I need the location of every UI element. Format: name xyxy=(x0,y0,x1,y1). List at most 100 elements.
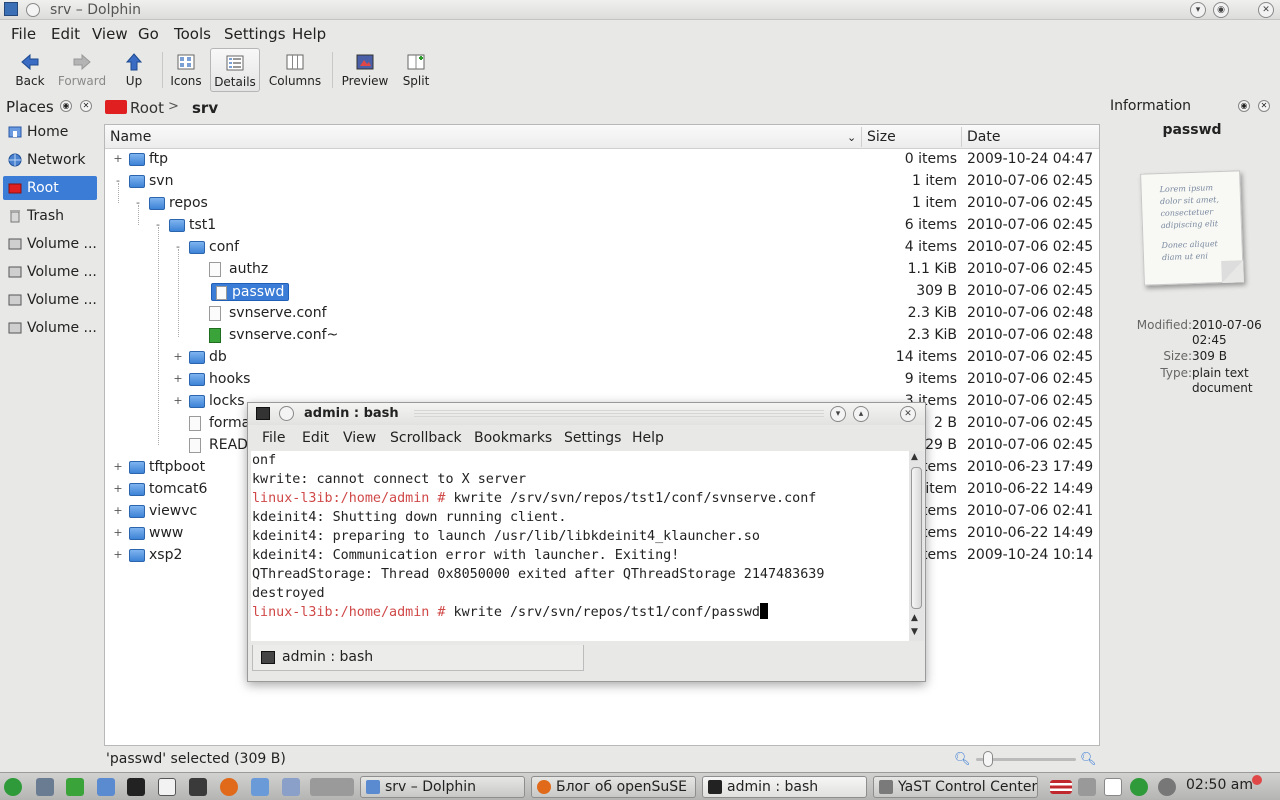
place-root[interactable]: Root xyxy=(3,176,97,200)
table-row[interactable]: svnserve.conf 2.3 KiB 2010-07-06 02:48 xyxy=(105,303,1099,325)
task-yast[interactable]: YaST Control Center xyxy=(873,776,1038,798)
expand-icon[interactable]: + xyxy=(173,372,183,385)
keyboard-layout-flag-icon[interactable] xyxy=(1050,780,1072,794)
columns-view-button[interactable]: Columns xyxy=(266,48,324,92)
place-volume-2[interactable]: Volume ... xyxy=(3,260,97,284)
file-name[interactable]: ftp xyxy=(149,151,168,167)
expand-icon[interactable]: + xyxy=(113,526,123,539)
file-name[interactable]: viewvc xyxy=(149,503,197,519)
expand-icon[interactable]: + xyxy=(173,394,183,407)
zoom-out-icon[interactable]: 🔍︎ xyxy=(954,752,971,767)
info-icon[interactable] xyxy=(1158,778,1176,796)
konsole-menu-bookmarks[interactable]: Bookmarks xyxy=(474,430,552,446)
file-name[interactable]: authz xyxy=(229,261,268,277)
expand-icon[interactable]: + xyxy=(113,460,123,473)
place-volume-4[interactable]: Volume ... xyxy=(3,316,97,340)
menu-file[interactable]: File xyxy=(11,25,36,43)
pager-icon[interactable] xyxy=(310,778,354,796)
column-divider[interactable] xyxy=(861,127,862,147)
collapse-icon[interactable]: - xyxy=(113,174,123,187)
file-name[interactable]: READ xyxy=(209,437,248,453)
close-button[interactable]: ✕ xyxy=(1258,2,1274,18)
clipboard-icon[interactable] xyxy=(1104,778,1122,796)
task-dolphin[interactable]: srv – Dolphin xyxy=(360,776,525,798)
system-monitor-icon[interactable] xyxy=(189,778,207,796)
place-trash[interactable]: Trash xyxy=(3,204,97,228)
place-home[interactable]: Home xyxy=(3,120,97,144)
column-name[interactable]: Name xyxy=(110,129,151,145)
file-name[interactable]: passwd xyxy=(211,283,290,301)
notification-icon[interactable] xyxy=(1252,775,1262,785)
split-button[interactable]: Split xyxy=(398,48,434,92)
table-row[interactable]: authz 1.1 KiB 2010-07-06 02:45 xyxy=(105,259,1099,281)
breadcrumb-current[interactable]: srv xyxy=(192,99,218,117)
konsole-maximize-button[interactable]: ▴ xyxy=(853,406,869,422)
file-name[interactable]: locks xyxy=(209,393,245,409)
window-titlebar[interactable]: srv – Dolphin ▾ ◉ ✕ xyxy=(0,0,1280,20)
table-row[interactable]: + db 14 items 2010-07-06 02:45 xyxy=(105,347,1099,369)
konsole-menu-settings[interactable]: Settings xyxy=(564,430,621,446)
konsole-menu-help[interactable]: Help xyxy=(632,430,664,446)
details-view-button[interactable]: Details xyxy=(210,48,260,92)
menu-help[interactable]: Help xyxy=(292,25,326,43)
menu-view[interactable]: View xyxy=(92,25,128,43)
dolphin-app-icon[interactable] xyxy=(4,2,18,16)
breadcrumb-separator[interactable]: > xyxy=(168,99,179,114)
menu-settings[interactable]: Settings xyxy=(224,25,286,43)
information-close-button[interactable]: ✕ xyxy=(1258,100,1270,112)
zoom-slider-handle[interactable] xyxy=(982,751,993,767)
expand-icon[interactable]: + xyxy=(113,482,123,495)
file-name[interactable]: forma xyxy=(209,415,250,431)
firefox-icon[interactable] xyxy=(220,778,238,796)
table-row[interactable]: - tst1 6 items 2010-07-06 02:45 xyxy=(105,215,1099,237)
task-firefox[interactable]: Блог об openSuSE xyxy=(531,776,696,798)
konsole-window[interactable]: admin : bash ▾ ▴ ✕ File Edit View Scroll… xyxy=(247,402,926,682)
file-name[interactable]: conf xyxy=(209,239,239,255)
menu-edit[interactable]: Edit xyxy=(51,25,80,43)
collapse-icon[interactable]: - xyxy=(153,218,163,231)
konsole-menu-view[interactable]: View xyxy=(343,430,376,446)
file-manager-icon[interactable] xyxy=(97,778,115,796)
sort-chevron-icon[interactable]: ⌄ xyxy=(847,131,856,144)
konsole-close-button[interactable]: ✕ xyxy=(900,406,916,422)
file-name[interactable]: xsp2 xyxy=(149,547,182,563)
volume-icon[interactable] xyxy=(1078,778,1096,796)
terminal-app-icon[interactable] xyxy=(256,407,270,420)
terminal-scrollbar[interactable]: ▲ ▲ ▼ xyxy=(909,451,924,641)
scroll-up-icon[interactable]: ▲ xyxy=(911,452,918,462)
file-name[interactable]: svnserve.conf~ xyxy=(229,327,338,343)
breadcrumb-root[interactable]: Root xyxy=(130,99,164,117)
collapse-icon[interactable]: - xyxy=(133,196,143,209)
table-row[interactable]: + ftp 0 items 2009-10-24 04:47 xyxy=(105,149,1099,171)
file-name[interactable]: www xyxy=(149,525,183,541)
clock[interactable]: 02:50 am xyxy=(1186,777,1253,793)
column-divider[interactable] xyxy=(961,127,962,147)
konsole-titlebar[interactable]: admin : bash ▾ ▴ ✕ xyxy=(248,403,925,425)
up-button[interactable]: Up xyxy=(114,48,154,92)
column-size[interactable]: Size xyxy=(867,129,896,145)
place-network[interactable]: Network xyxy=(3,148,97,172)
table-row[interactable]: passwd 309 B 2010-07-06 02:45 xyxy=(105,281,1099,303)
expand-icon[interactable]: + xyxy=(113,504,123,517)
konsole-menu-edit[interactable]: Edit xyxy=(302,430,329,446)
place-volume-3[interactable]: Volume ... xyxy=(3,288,97,312)
icons-view-button[interactable]: Icons xyxy=(166,48,206,92)
network-drive-icon[interactable] xyxy=(282,778,300,796)
maximize-button[interactable]: ◉ xyxy=(1213,2,1229,18)
minimize-button[interactable]: ▾ xyxy=(1190,2,1206,18)
places-float-button[interactable]: ◉ xyxy=(60,100,72,112)
updater-icon[interactable] xyxy=(1130,778,1148,796)
home-icon[interactable] xyxy=(66,778,84,796)
table-row[interactable]: - conf 4 items 2010-07-06 02:45 xyxy=(105,237,1099,259)
file-name[interactable]: svnserve.conf xyxy=(229,305,327,321)
information-float-button[interactable]: ◉ xyxy=(1238,100,1250,112)
table-row[interactable]: - svn 1 item 2010-07-06 02:45 xyxy=(105,171,1099,193)
table-row[interactable]: + hooks 9 items 2010-07-06 02:45 xyxy=(105,369,1099,391)
show-desktop-icon[interactable] xyxy=(36,778,54,796)
place-volume-1[interactable]: Volume ... xyxy=(3,232,97,256)
file-name[interactable]: db xyxy=(209,349,227,365)
task-konsole[interactable]: admin : bash xyxy=(702,776,867,798)
menu-tools[interactable]: Tools xyxy=(174,25,211,43)
root-folder-icon[interactable] xyxy=(105,100,127,114)
pin-icon[interactable] xyxy=(26,3,40,17)
